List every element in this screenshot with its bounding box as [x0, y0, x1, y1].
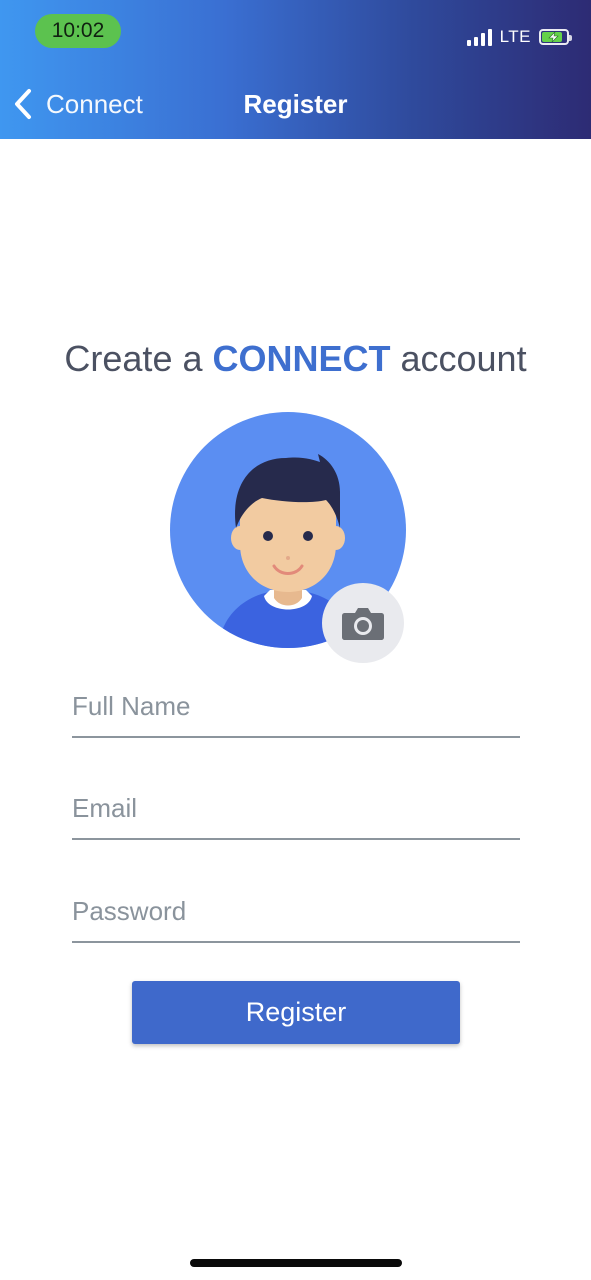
change-photo-button[interactable] [322, 583, 404, 663]
email-field [72, 782, 520, 840]
full-name-input[interactable] [72, 680, 520, 732]
password-input[interactable] [72, 885, 520, 937]
heading-suffix: account [390, 338, 527, 379]
email-input[interactable] [72, 782, 520, 834]
battery-charging-icon [539, 29, 572, 45]
create-account-heading: Create a CONNECT account [0, 338, 591, 380]
home-indicator[interactable] [190, 1259, 402, 1267]
camera-icon [342, 608, 384, 640]
register-button[interactable]: Register [132, 981, 460, 1044]
password-field [72, 885, 520, 943]
network-type: LTE [499, 27, 531, 46]
page-title: Register [243, 89, 348, 119]
full-name-field [72, 680, 520, 738]
status-indicators: LTE [466, 24, 572, 50]
signal-icon [466, 28, 492, 46]
status-time: 10:02 [35, 14, 121, 48]
app-header: 10:02 LTE Connect Register [0, 0, 591, 139]
heading-prefix: Create a [64, 338, 213, 379]
brand-name: CONNECT [212, 338, 391, 379]
